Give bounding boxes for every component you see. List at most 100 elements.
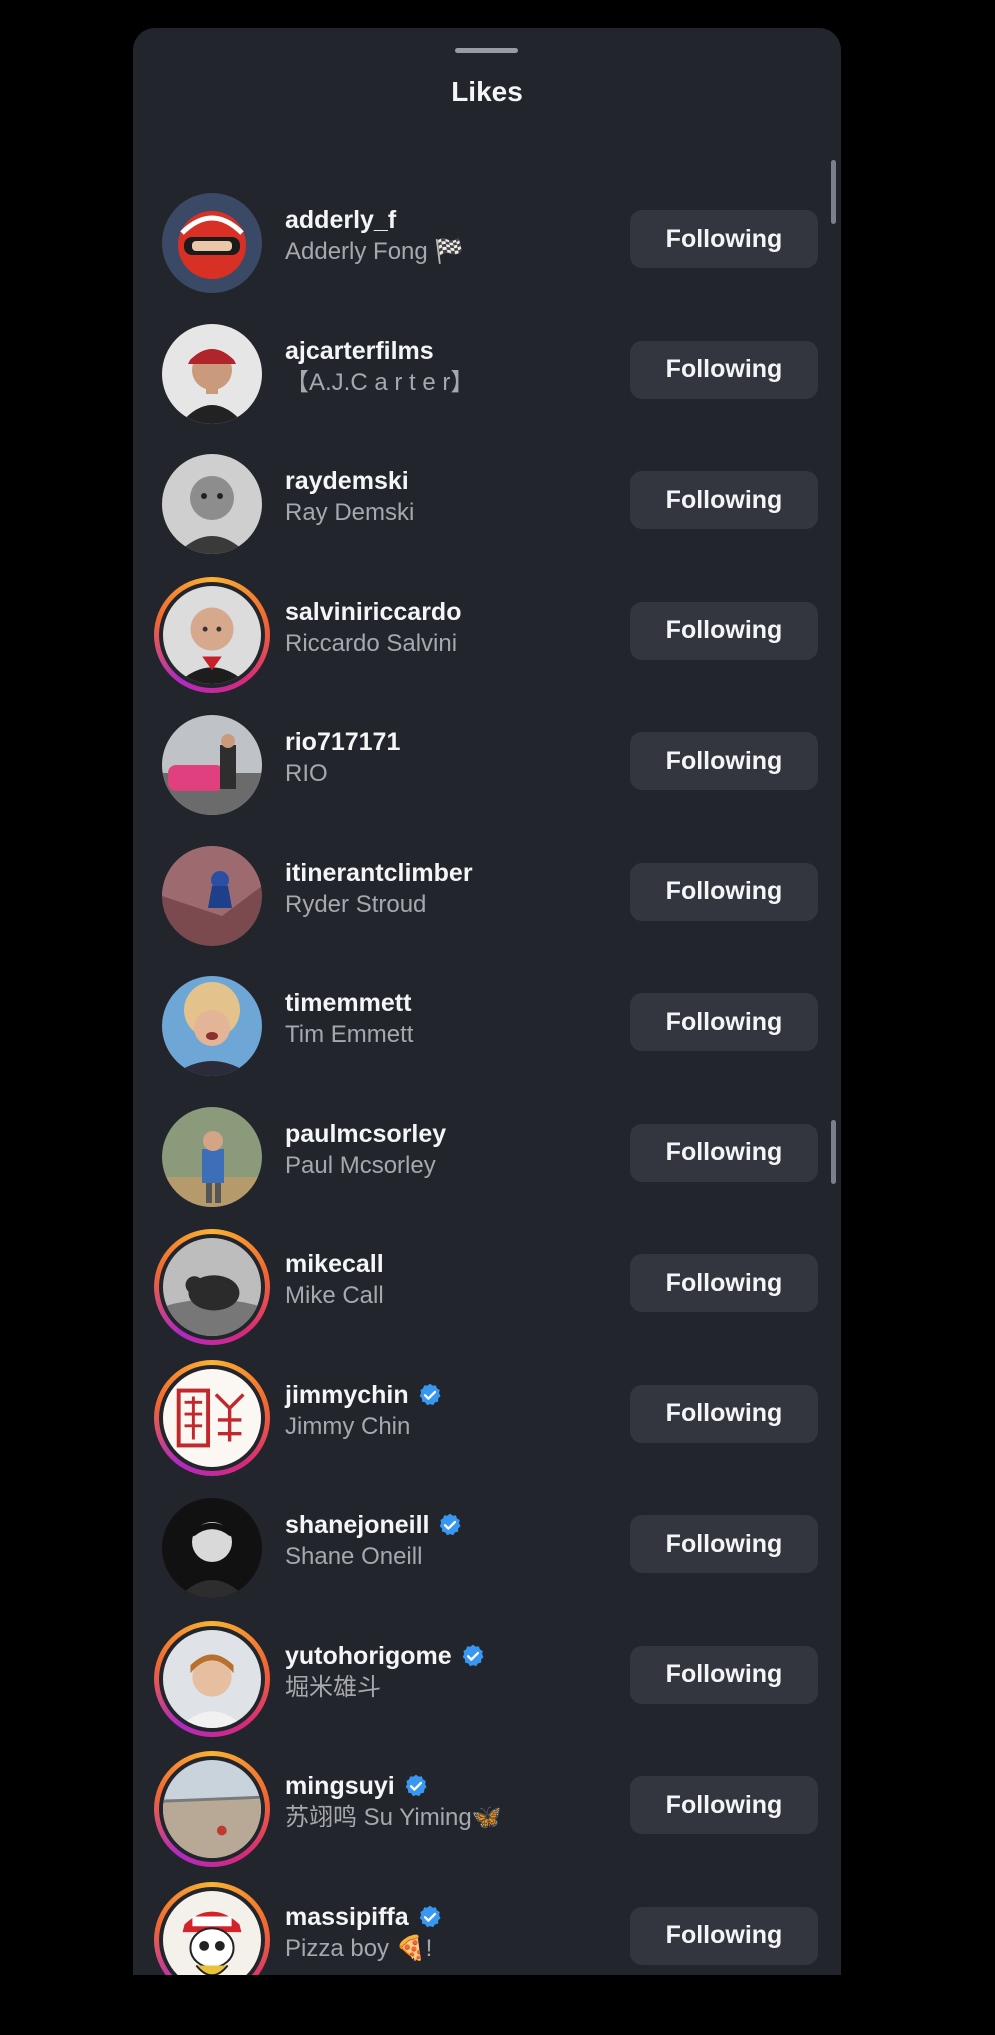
- bald-man-avatar[interactable]: [154, 576, 270, 693]
- user-names: timemmett Tim Emmett: [285, 988, 615, 1052]
- likes-sheet: Likes adderly_f Adderly Fong 🏁 Following aj…: [133, 28, 841, 1975]
- full-name: Pizza boy 🍕!: [285, 1934, 433, 1962]
- following-button[interactable]: Following: [630, 471, 818, 529]
- user-names: itinerantclimber Ryder Stroud: [285, 858, 615, 922]
- drag-handle[interactable]: [455, 48, 518, 53]
- username-text: mikecall: [285, 1250, 384, 1278]
- username-text: adderly_f: [285, 206, 397, 234]
- pink-car-avatar[interactable]: [162, 715, 262, 815]
- username-text: rio717171: [285, 728, 401, 756]
- red-seal-avatar[interactable]: [154, 1359, 270, 1476]
- list-item[interactable]: shanejoneill Shane Oneill Following: [133, 1466, 841, 1598]
- username[interactable]: mikecall: [285, 1249, 615, 1279]
- username-text: jimmychin: [285, 1380, 409, 1409]
- user-names: paulmcsorley Paul Mcsorley: [285, 1119, 615, 1183]
- username[interactable]: massipiffa: [285, 1902, 615, 1932]
- verified-badge-icon: [437, 1512, 463, 1538]
- username-text: mingsuyi: [285, 1772, 395, 1800]
- username-text: massipiffa: [285, 1902, 409, 1931]
- verified-badge-icon: [417, 1904, 443, 1930]
- user-names: jimmychin Jimmy Chin: [285, 1380, 615, 1444]
- verified-badge-icon: [403, 1773, 429, 1799]
- user-names: raydemski Ray Demski: [285, 466, 615, 530]
- following-button[interactable]: Following: [630, 1384, 818, 1443]
- user-names: shanejoneill Shane Oneill: [285, 1510, 615, 1574]
- following-button[interactable]: Following: [630, 993, 818, 1051]
- full-name: Shane Oneill: [285, 1543, 423, 1570]
- following-button[interactable]: Following: [630, 1776, 818, 1834]
- list-item[interactable]: timemmett Tim Emmett Following: [133, 944, 841, 1076]
- list-item[interactable]: jimmychin Jimmy Chin Following: [133, 1336, 841, 1476]
- username-text: yutohorigome: [285, 1641, 452, 1670]
- list-item[interactable]: raydemski Ray Demski Following: [133, 422, 841, 554]
- user-names: yutohorigome 堀米雄斗: [285, 1641, 615, 1705]
- racing-helmet-avatar[interactable]: [162, 193, 262, 293]
- username[interactable]: jimmychin: [285, 1380, 615, 1410]
- username[interactable]: shanejoneill: [285, 1510, 615, 1540]
- username[interactable]: adderly_f: [285, 205, 615, 235]
- list-item[interactable]: massipiffa Pizza boy 🍕! Following: [133, 1858, 841, 1975]
- verified-badge-icon: [417, 1382, 443, 1408]
- username[interactable]: yutohorigome: [285, 1641, 615, 1671]
- full-name: RIO: [285, 760, 328, 787]
- list-item[interactable]: yutohorigome 堀米雄斗 Following: [133, 1597, 841, 1737]
- young-man-avatar[interactable]: [154, 1620, 270, 1737]
- username-text: timemmett: [285, 989, 412, 1017]
- user-names: mikecall Mike Call: [285, 1249, 615, 1313]
- username-text: ajcarterfilms: [285, 336, 434, 365]
- following-button[interactable]: Following: [630, 732, 818, 790]
- skull-cap-avatar[interactable]: [154, 1881, 270, 1975]
- list-item[interactable]: itinerantclimber Ryder Stroud Following: [133, 814, 841, 946]
- full-name: Adderly Fong 🏁: [285, 238, 465, 265]
- snow-field-avatar[interactable]: [154, 1751, 270, 1867]
- outdoor-man-avatar[interactable]: [162, 1106, 262, 1207]
- list-item[interactable]: ajcarterfilms 【A.J.C a r t e r】 Following: [133, 292, 841, 424]
- username-text: itinerantclimber: [285, 858, 473, 887]
- username[interactable]: mingsuyi: [285, 1771, 615, 1801]
- username-text: paulmcsorley: [285, 1119, 447, 1148]
- man-red-cap-avatar[interactable]: [162, 323, 262, 424]
- verified-badge-icon: [460, 1643, 486, 1669]
- list-item[interactable]: rio717171 RIO Following: [133, 683, 841, 815]
- following-button[interactable]: Following: [630, 1123, 818, 1182]
- username-text: raydemski: [285, 467, 409, 495]
- climber-rock-avatar[interactable]: [162, 845, 262, 946]
- username[interactable]: salviniriccardo: [285, 597, 615, 627]
- following-button[interactable]: Following: [630, 340, 818, 399]
- full-name: Mike Call: [285, 1282, 384, 1309]
- bw-animal-avatar[interactable]: [154, 1229, 270, 1345]
- full-name: Riccardo Salvini: [285, 629, 458, 657]
- full-name: 苏翊鸣 Su Yiming🦋: [285, 1804, 502, 1831]
- full-name: Jimmy Chin: [285, 1412, 411, 1440]
- username[interactable]: raydemski: [285, 466, 615, 496]
- username[interactable]: itinerantclimber: [285, 858, 615, 888]
- following-button[interactable]: Following: [630, 1906, 818, 1965]
- full-name: Tim Emmett: [285, 1021, 414, 1048]
- list-item[interactable]: paulmcsorley Paul Mcsorley Following: [133, 1075, 841, 1207]
- user-names: ajcarterfilms 【A.J.C a r t e r】: [285, 336, 615, 400]
- curly-hair-avatar[interactable]: [162, 976, 262, 1076]
- full-name: Paul Mcsorley: [285, 1151, 436, 1179]
- username[interactable]: ajcarterfilms: [285, 336, 615, 366]
- list-item[interactable]: mingsuyi 苏翊鸣 Su Yiming🦋 Following: [133, 1727, 841, 1867]
- user-names: mingsuyi 苏翊鸣 Su Yiming🦋: [285, 1771, 615, 1835]
- bw-man-avatar[interactable]: [162, 1498, 262, 1598]
- following-button[interactable]: Following: [630, 862, 818, 921]
- list-item[interactable]: mikecall Mike Call Following: [133, 1205, 841, 1345]
- likes-list: adderly_f Adderly Fong 🏁 Following ajcarter…: [133, 161, 841, 1975]
- following-button[interactable]: Following: [630, 1254, 818, 1312]
- sheet-title: Likes: [451, 76, 523, 107]
- username[interactable]: rio717171: [285, 727, 615, 757]
- list-item[interactable]: salviniriccardo Riccardo Salvini Following: [133, 553, 841, 693]
- username[interactable]: timemmett: [285, 988, 615, 1018]
- following-button[interactable]: Following: [630, 210, 818, 268]
- username[interactable]: paulmcsorley: [285, 1119, 615, 1149]
- following-button[interactable]: Following: [630, 1515, 818, 1573]
- full-name: Ryder Stroud: [285, 890, 427, 918]
- following-button[interactable]: Following: [630, 601, 818, 660]
- full-name: 堀米雄斗: [285, 1673, 381, 1701]
- user-names: adderly_f Adderly Fong 🏁: [285, 205, 615, 269]
- bw-portrait-avatar[interactable]: [162, 454, 262, 554]
- list-item[interactable]: adderly_f Adderly Fong 🏁 Following: [133, 161, 841, 293]
- following-button[interactable]: Following: [630, 1645, 818, 1704]
